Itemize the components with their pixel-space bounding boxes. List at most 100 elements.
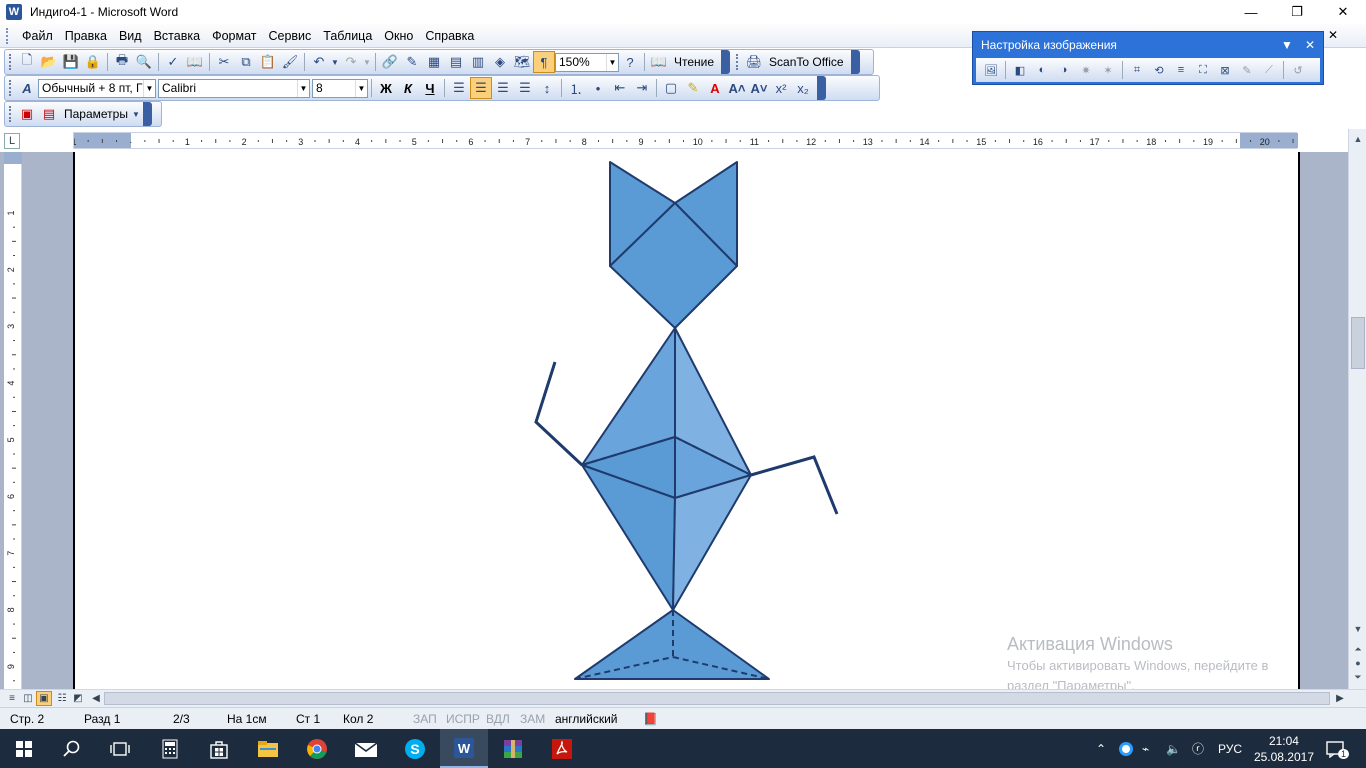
picture-toolbar-menu-icon[interactable]: ▼ (1281, 38, 1293, 52)
redo-dropdown-icon[interactable]: ▼ (362, 51, 372, 73)
pdf-icon[interactable]: ▣ (16, 103, 38, 125)
mail-icon[interactable] (342, 729, 390, 768)
status-rec[interactable]: ЗАП (413, 712, 437, 726)
subscript-icon[interactable]: x₂ (792, 77, 814, 99)
status-trk[interactable]: ИСПР (446, 712, 480, 726)
close-button[interactable]: ✕ (1320, 0, 1366, 24)
increase-indent-icon[interactable]: ⇥ (631, 77, 653, 99)
style-combo[interactable]: Обычный + 8 пт, Г ▼ (38, 78, 156, 98)
document-close-button[interactable]: ✕ (1328, 28, 1338, 42)
open-folder-icon[interactable]: 📂 (38, 51, 60, 73)
format-picture-icon[interactable]: ✎ (1236, 59, 1258, 81)
tangram-cat-drawing[interactable] (75, 152, 1298, 689)
maximize-button[interactable]: ❐ (1274, 0, 1320, 24)
document-map-icon[interactable]: 🗺 (511, 51, 533, 73)
less-contrast-icon[interactable]: ◑ (1053, 59, 1075, 81)
status-ovr[interactable]: ЗАМ (520, 712, 545, 726)
highlight-icon[interactable]: ✎ (682, 77, 704, 99)
tray-chevron-icon[interactable]: ⌃ (1096, 729, 1106, 768)
scroll-up-icon[interactable]: ▲ (1349, 131, 1366, 147)
document-page[interactable] (73, 152, 1300, 689)
undo-dropdown-icon[interactable]: ▼ (330, 51, 340, 73)
toolbar-options-icon[interactable] (721, 50, 731, 74)
font-color-icon[interactable]: A (704, 77, 726, 99)
horizontal-ruler[interactable]: 1·1234567891011121314151617181920 (73, 132, 1298, 149)
format-painter-icon[interactable]: 🖌 (279, 51, 301, 73)
status-language[interactable]: английский (555, 712, 617, 726)
menu-edit[interactable]: Правка (59, 26, 113, 46)
spelling-icon[interactable]: ✓ (162, 51, 184, 73)
picture-toolbar-title[interactable]: Настройка изображения (973, 32, 1323, 58)
file-explorer-icon[interactable] (244, 729, 292, 768)
cat-body-lower-right[interactable] (672, 474, 752, 611)
vertical-scrollbar[interactable]: ▲ ▼ ⏶ ● ⏷ (1348, 129, 1366, 689)
normal-view-icon[interactable]: ≡ (4, 691, 20, 706)
line-spacing-icon[interactable]: ↕ (536, 77, 558, 99)
cat-arm-left[interactable] (534, 361, 584, 467)
params-options-icon[interactable] (142, 102, 152, 126)
more-brightness-icon[interactable]: ✷ (1075, 59, 1097, 81)
params-button[interactable]: Параметры (60, 107, 132, 121)
grow-font-icon[interactable]: A˄ (726, 77, 748, 99)
align-right-icon[interactable]: ☰ (492, 77, 514, 99)
vertical-ruler[interactable]: 1 2 3 4 5 6 7 8 9 (4, 152, 22, 689)
word-app-icon[interactable]: W (6, 4, 22, 20)
search-icon[interactable] (48, 729, 96, 768)
formatting-options-icon[interactable] (817, 76, 826, 100)
acrobat-icon[interactable] (538, 729, 586, 768)
save-icon[interactable]: 💾 (60, 51, 82, 73)
insert-excel-icon[interactable]: ▤ (445, 51, 467, 73)
rotate-icon[interactable]: ⟲ (1148, 59, 1170, 81)
menu-file[interactable]: Файл (16, 26, 59, 46)
scroll-down-icon[interactable]: ▼ (1349, 621, 1366, 637)
print-layout-icon[interactable]: ▣ (36, 691, 52, 706)
permission-icon[interactable]: 🔒 (82, 51, 104, 73)
winrar-icon[interactable] (489, 729, 537, 768)
outline-view-icon[interactable]: ☷ (54, 691, 70, 706)
bold-button[interactable]: Ж (375, 77, 397, 99)
cat-arm-right[interactable] (750, 455, 839, 515)
font-combo[interactable]: Calibri ▼ (158, 78, 310, 98)
set-transparent-icon[interactable]: ⟋ (1258, 59, 1280, 81)
more-contrast-icon[interactable]: ◐ (1031, 59, 1053, 81)
network-icon[interactable]: ⌁ (1142, 729, 1149, 768)
paste-icon[interactable]: 📋 (257, 51, 279, 73)
shrink-font-icon[interactable]: A˅ (748, 77, 770, 99)
menu-insert[interactable]: Вставка (148, 26, 206, 46)
menu-format[interactable]: Формат (206, 26, 262, 46)
reading-icon[interactable]: 📖 (648, 51, 670, 73)
copy-icon[interactable]: ⧉ (235, 51, 257, 73)
scroll-thumb[interactable] (1351, 317, 1365, 369)
ime-icon[interactable]: ⓡ (1192, 729, 1204, 768)
print-preview-icon[interactable]: 🔍 (133, 51, 155, 73)
cut-icon[interactable]: ✂ (213, 51, 235, 73)
less-brightness-icon[interactable]: ✶ (1097, 59, 1119, 81)
styles-icon[interactable]: A (16, 77, 38, 99)
superscript-icon[interactable]: x² (770, 77, 792, 99)
bullets-icon[interactable]: • (587, 77, 609, 99)
undo-icon[interactable]: ↶ (308, 51, 330, 73)
numbering-icon[interactable]: ⒈ (565, 77, 587, 99)
web-view-icon[interactable]: ◫ (20, 691, 36, 706)
reading-button[interactable]: Чтение (670, 55, 718, 69)
scroll-left-icon[interactable]: ◀ (88, 691, 104, 706)
print-icon[interactable]: 🖶 (111, 51, 133, 73)
picture-toolbar-close-icon[interactable]: ✕ (1305, 38, 1315, 52)
skype-icon[interactable]: S (391, 729, 439, 768)
language-indicator[interactable]: РУС (1218, 729, 1242, 768)
menu-tools[interactable]: Сервис (262, 26, 317, 46)
align-left-icon[interactable]: ☰ (448, 77, 470, 99)
show-formatting-icon[interactable]: ¶ (533, 51, 555, 73)
params-dropdown-icon[interactable]: ▼ (132, 103, 140, 125)
text-wrapping-icon[interactable]: ⊠ (1214, 59, 1236, 81)
clock[interactable]: 21:04 25.08.2017 (1254, 733, 1314, 765)
hscroll-thumb[interactable] (104, 692, 1330, 705)
underline-button[interactable]: Ч (419, 77, 441, 99)
insert-picture-icon[interactable]: 🖼 (980, 59, 1002, 81)
tab-selector[interactable]: L (4, 133, 20, 149)
redo-icon[interactable]: ↷ (340, 51, 362, 73)
font-dropdown-icon[interactable]: ▼ (297, 79, 309, 97)
zoom-dropdown-icon[interactable]: ▼ (606, 53, 618, 71)
crop-icon[interactable]: ⌗ (1126, 59, 1148, 81)
tables-borders-icon[interactable]: ✎ (401, 51, 423, 73)
